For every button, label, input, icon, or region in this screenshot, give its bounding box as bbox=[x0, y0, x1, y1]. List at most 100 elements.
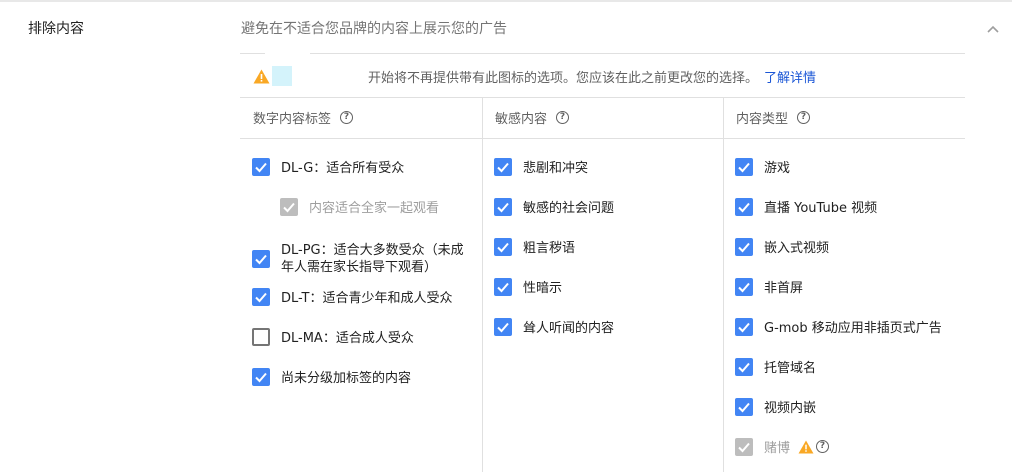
checkbox-label: 性暗示 bbox=[523, 281, 563, 296]
checkbox-item[interactable]: 托管域名 bbox=[735, 357, 816, 376]
checkbox-item[interactable]: 耸人听闻的内容 bbox=[494, 317, 614, 336]
checkbox-checked[interactable] bbox=[735, 397, 753, 416]
checkbox-label: 内容适合全家一起观看 bbox=[309, 201, 440, 216]
column-header-digital-labels: 数字内容标签? bbox=[253, 108, 354, 127]
help-icon[interactable]: ? bbox=[556, 111, 570, 124]
checkbox-item: 赌博? bbox=[735, 437, 830, 456]
checkbox-checked[interactable] bbox=[735, 237, 753, 256]
check-icon bbox=[738, 162, 750, 172]
check-icon bbox=[738, 282, 750, 292]
checkbox-checked[interactable] bbox=[494, 317, 512, 336]
checkbox-item[interactable]: DL-G：适合所有受众 bbox=[252, 157, 404, 176]
checkbox-checked[interactable] bbox=[494, 237, 512, 256]
checkbox-label: 嵌入式视频 bbox=[764, 241, 830, 256]
warning-icon bbox=[253, 69, 270, 83]
learn-more-link[interactable]: 了解详情 bbox=[764, 67, 816, 86]
divider-gap bbox=[265, 52, 310, 55]
checkbox-checked[interactable] bbox=[735, 357, 753, 376]
warning-banner: 开始将不再提供带有此图标的选项。您应该在此之前更改您的选择。 了解详情 bbox=[253, 66, 816, 86]
checkbox-checked[interactable] bbox=[494, 157, 512, 176]
help-icon[interactable]: ? bbox=[797, 111, 811, 124]
checkbox-label: 直播 YouTube 视频 bbox=[764, 201, 878, 216]
checkbox-item[interactable]: DL-T：适合青少年和成人受众 bbox=[252, 287, 452, 306]
checkbox-label: 敏感的社会问题 bbox=[523, 201, 615, 216]
help-icon[interactable]: ? bbox=[816, 440, 830, 453]
checkbox-item[interactable]: 尚未分级加标签的内容 bbox=[252, 367, 411, 386]
check-icon bbox=[738, 362, 750, 372]
check-icon bbox=[255, 254, 267, 265]
check-icon bbox=[738, 322, 750, 332]
column-header-label: 敏感内容 bbox=[495, 112, 548, 127]
check-icon bbox=[497, 242, 509, 252]
checkbox-item[interactable]: 悲剧和冲突 bbox=[494, 157, 588, 176]
checkbox-label: 耸人听闻的内容 bbox=[523, 321, 615, 336]
checkbox-label: DL-PG：适合大多数受众（未成年人需在家长指导下观看） bbox=[281, 243, 464, 275]
checkbox-item[interactable]: 性暗示 bbox=[494, 277, 562, 296]
checkbox-item[interactable]: DL-MA：适合成人受众 bbox=[252, 327, 414, 346]
checkbox-checked[interactable] bbox=[252, 287, 270, 306]
checkbox-checked[interactable] bbox=[735, 317, 753, 336]
checkbox-item[interactable]: 非首屏 bbox=[735, 277, 803, 296]
checkbox-label: DL-MA：适合成人受众 bbox=[281, 331, 414, 346]
checkbox-item[interactable]: 敏感的社会问题 bbox=[494, 197, 614, 216]
checkbox-label: 悲剧和冲突 bbox=[523, 161, 589, 176]
checkbox-checked[interactable] bbox=[252, 250, 270, 268]
chevron-up-icon[interactable] bbox=[985, 22, 1001, 38]
checkbox-label: G-mob 移动应用非插页式广告 bbox=[764, 321, 942, 336]
top-divider bbox=[0, 0, 1012, 2]
checkbox-item[interactable]: 游戏 bbox=[735, 157, 790, 176]
check-icon bbox=[497, 202, 509, 212]
help-icon[interactable]: ? bbox=[340, 111, 354, 124]
check-icon bbox=[497, 162, 509, 172]
checkbox-checked bbox=[280, 197, 298, 216]
checkbox-checked bbox=[735, 437, 753, 456]
check-icon bbox=[255, 372, 267, 382]
checkbox-checked[interactable] bbox=[252, 157, 270, 176]
check-icon bbox=[738, 442, 750, 452]
column-header-sensitive: 敏感内容? bbox=[495, 108, 570, 127]
checkbox-label: 尚未分级加标签的内容 bbox=[281, 371, 412, 386]
section-description: 避免在不适合您品牌的内容上展示您的广告 bbox=[241, 21, 507, 37]
divider bbox=[240, 53, 965, 54]
checkbox-item[interactable]: G-mob 移动应用非插页式广告 bbox=[735, 317, 942, 336]
checkbox-label: 非首屏 bbox=[764, 281, 804, 296]
column-header-label: 数字内容标签 bbox=[253, 112, 332, 127]
check-icon bbox=[738, 242, 750, 252]
divider bbox=[240, 97, 965, 98]
column-header-content-type: 内容类型? bbox=[736, 108, 811, 127]
check-icon bbox=[738, 202, 750, 212]
checkbox-checked[interactable] bbox=[494, 277, 512, 296]
checkbox-label: 粗言秽语 bbox=[523, 241, 576, 256]
divider bbox=[240, 138, 965, 139]
warning-icon bbox=[798, 439, 814, 454]
checkbox-unchecked[interactable] bbox=[252, 327, 270, 346]
checkbox-item[interactable]: 嵌入式视频 bbox=[735, 237, 829, 256]
checkbox-checked[interactable] bbox=[735, 277, 753, 296]
checkbox-checked[interactable] bbox=[252, 367, 270, 386]
column-divider bbox=[723, 97, 724, 472]
checkbox-item[interactable]: 粗言秽语 bbox=[494, 237, 575, 256]
checkbox-label: 游戏 bbox=[764, 161, 791, 176]
check-icon bbox=[497, 282, 509, 292]
check-icon bbox=[738, 402, 750, 412]
checkbox-label: 托管域名 bbox=[764, 361, 817, 376]
redacted-date bbox=[272, 66, 292, 86]
check-icon bbox=[255, 162, 267, 172]
checkbox-checked[interactable] bbox=[735, 157, 753, 176]
checkbox-label: DL-G：适合所有受众 bbox=[281, 161, 405, 176]
warning-text: 开始将不再提供带有此图标的选项。您应该在此之前更改您的选择。 bbox=[368, 70, 759, 86]
column-divider bbox=[482, 97, 483, 472]
checkbox-item: 内容适合全家一起观看 bbox=[280, 197, 439, 216]
column-header-label: 内容类型 bbox=[736, 112, 789, 127]
check-icon bbox=[255, 292, 267, 302]
checkbox-item[interactable]: DL-PG：适合大多数受众（未成年人需在家长指导下观看） bbox=[252, 242, 471, 276]
section-label: 排除内容 bbox=[28, 21, 84, 37]
check-icon bbox=[283, 202, 295, 212]
checkbox-item[interactable]: 直播 YouTube 视频 bbox=[735, 197, 877, 216]
checkbox-label: 赌博 bbox=[764, 441, 791, 456]
checkbox-item[interactable]: 视频内嵌 bbox=[735, 397, 816, 416]
checkbox-checked[interactable] bbox=[494, 197, 512, 216]
checkbox-label: DL-T：适合青少年和成人受众 bbox=[281, 291, 453, 306]
check-icon bbox=[497, 322, 509, 332]
checkbox-checked[interactable] bbox=[735, 197, 753, 216]
